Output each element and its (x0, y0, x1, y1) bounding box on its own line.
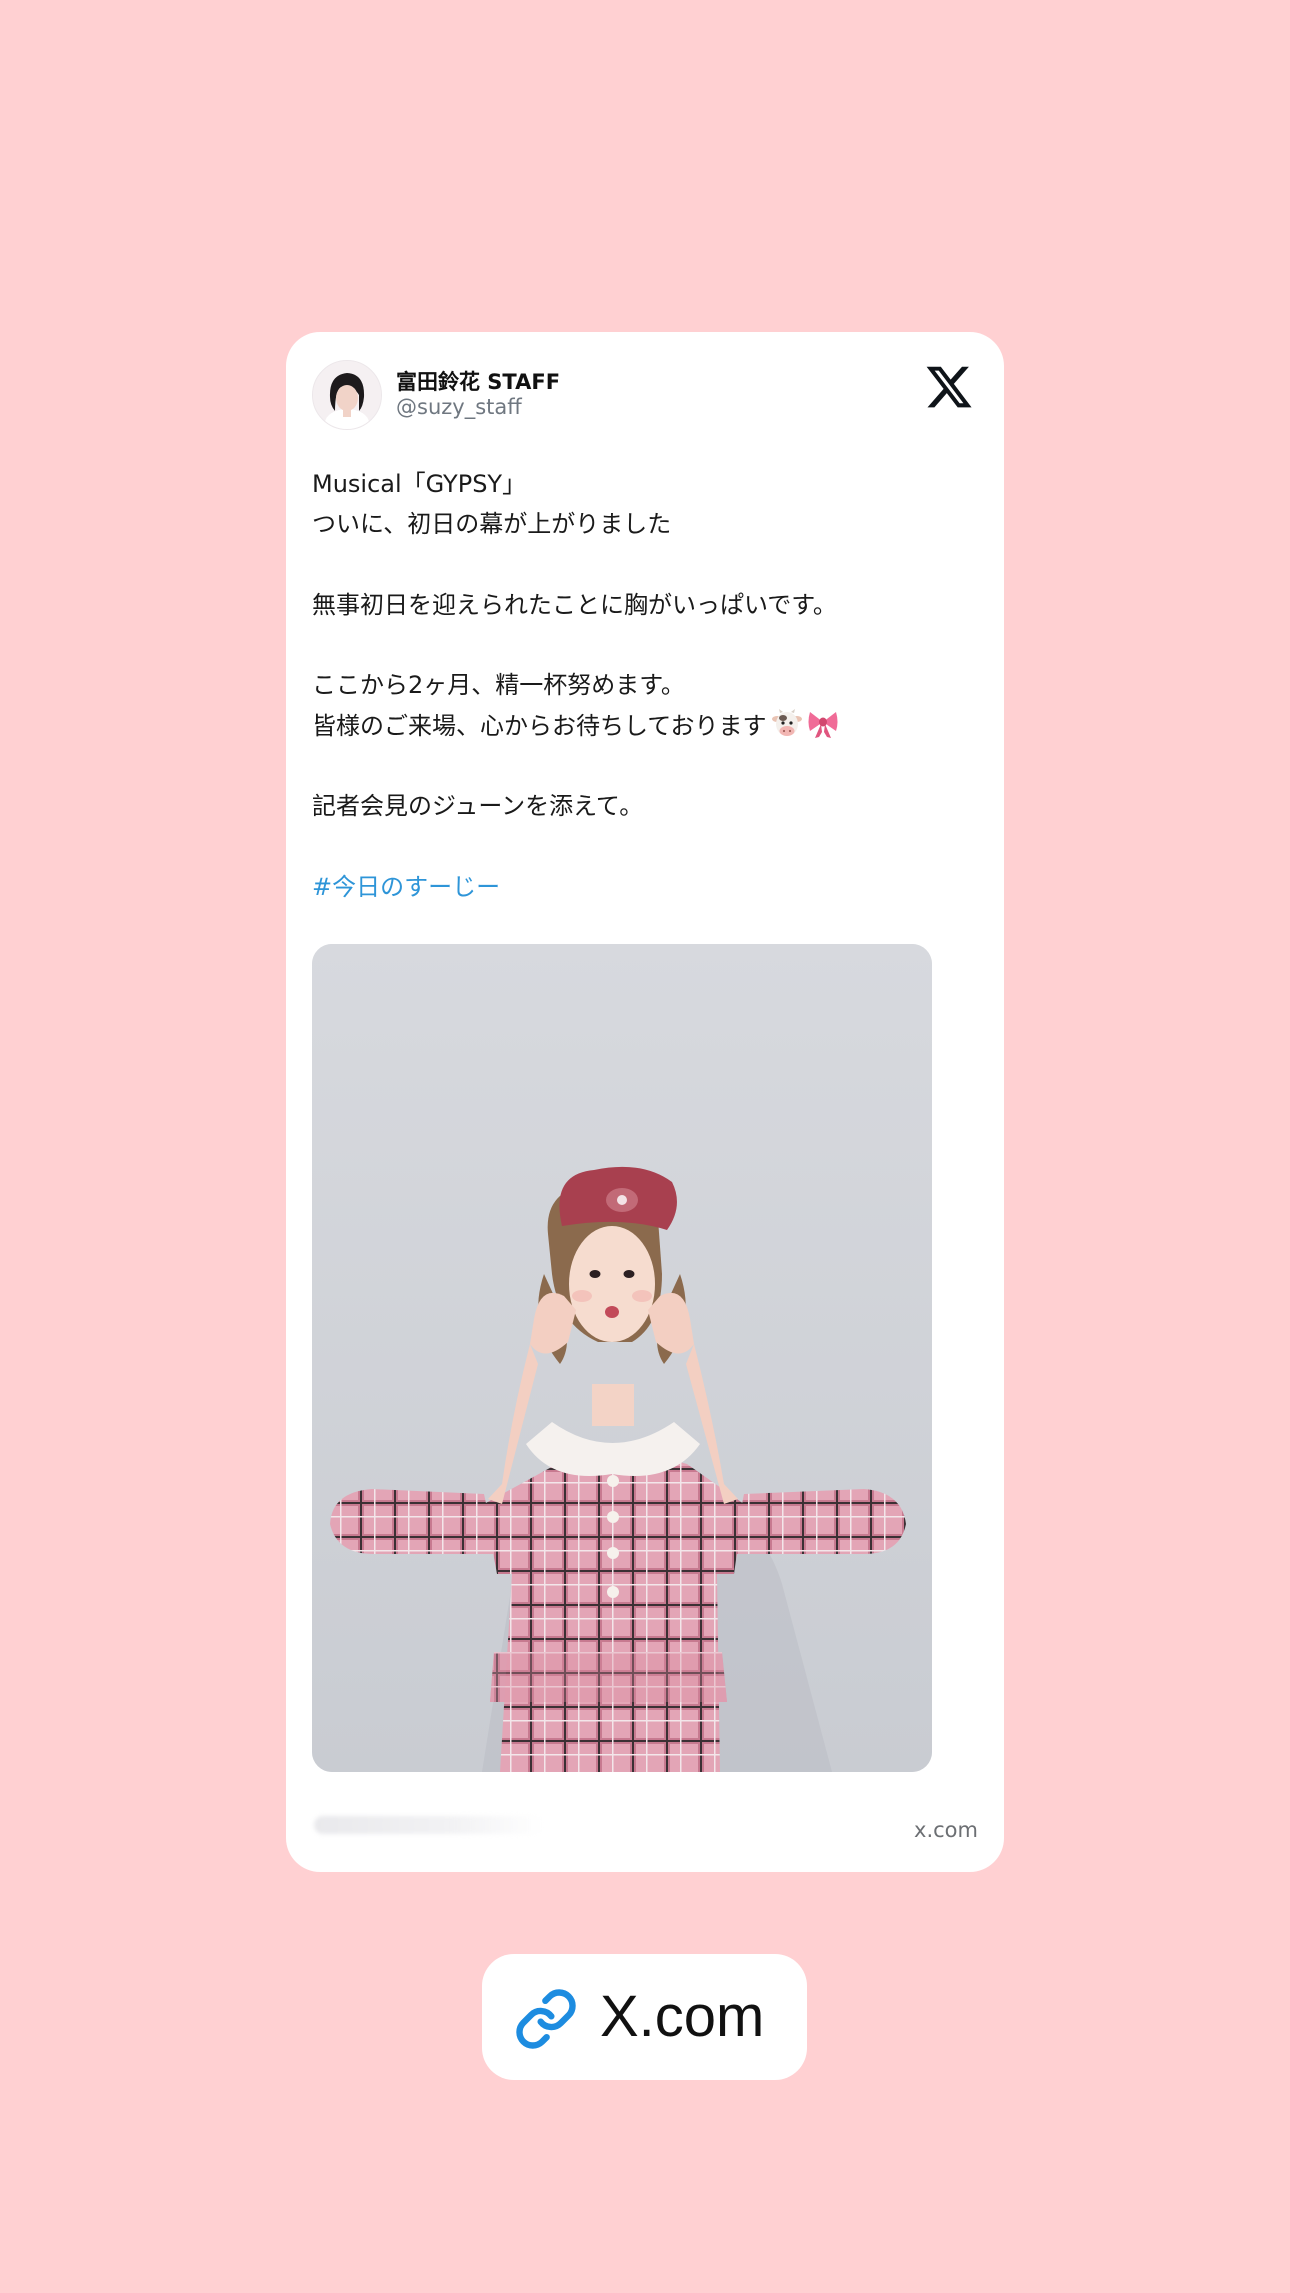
author-handle[interactable]: @suzy_staff (396, 395, 522, 419)
tweet-text: Musical「GYPSY」 ついに、初日の幕が上がりました 無事初日を迎えられ… (312, 464, 972, 907)
tweet-line: 記者会見のジューンを添えて。 (312, 792, 644, 821)
tweet-line: 無事初日を迎えられたことに胸がいっぱいです。 (312, 590, 837, 619)
ribbon-emoji (807, 709, 839, 739)
author-name[interactable]: 富田鈴花 STAFF (396, 366, 560, 396)
tweet-line: ここから2ヶ月、精一杯努めます。 (312, 671, 685, 700)
tweet-line (312, 545, 972, 585)
author-avatar[interactable] (312, 360, 382, 430)
source-domain[interactable]: x.com (914, 1818, 978, 1842)
open-link-button[interactable]: X.com (482, 1954, 807, 2080)
tweet-line: 皆様のご来場、心からお待ちしております (312, 711, 767, 740)
blurred-footer-text (314, 1816, 544, 1834)
tweet-line-with-emoji: 皆様のご来場、心からお待ちしております (312, 706, 972, 746)
tweet-photo[interactable] (312, 944, 932, 1772)
tweet-line: ついに、初日の幕が上がりました (312, 510, 672, 539)
tweet-line: Musical「GYPSY」 (312, 470, 527, 498)
tweet-line (312, 746, 972, 786)
tweet-line (312, 827, 972, 867)
tweet-card[interactable]: 富田鈴花 STAFF @suzy_staff Musical「GYPSY」 つい… (286, 332, 1004, 1872)
link-icon (514, 1987, 578, 2051)
tweet-line (312, 625, 972, 665)
x-logo-icon[interactable] (924, 362, 974, 412)
hashtag-link[interactable]: #今日のすーじー (312, 867, 972, 907)
link-button-label: X.com (600, 1984, 765, 2049)
cow-face-emoji (771, 708, 803, 739)
